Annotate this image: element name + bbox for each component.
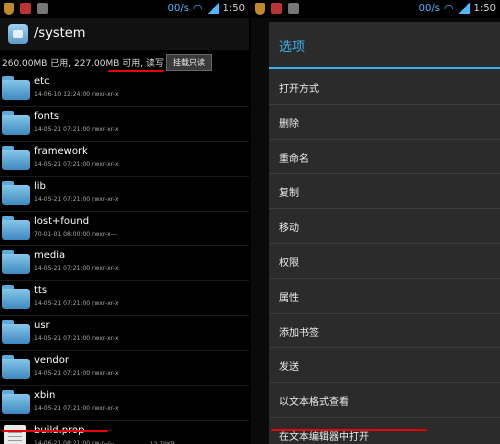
file-row[interactable]: usr 14-05-21 07:21:00 rwxr-xr-x [0,316,249,352]
shield-icon [4,3,14,15]
mount-read-only-button[interactable]: 挂载只读 [166,54,212,71]
file-row[interactable]: framework 14-05-21 07:21:00 rwxr-xr-x [0,142,249,177]
menu-item-label: 发送 [279,362,299,374]
file-meta: 14-05-21 07:21:00 rwxr-xr-x [34,335,119,343]
menu-item[interactable]: 移动 [269,208,500,243]
file-manager-app-icon[interactable] [8,24,28,44]
options-menu: 打开方式 删除 重命名 复制 移动 权限 属性 添加书签 发送 以文本格式查看 在文本编辑器中打开 [269,70,500,444]
menu-item[interactable]: 以文本格式查看 [269,382,500,417]
folder-icon [2,355,30,380]
shield-icon [255,3,265,15]
app-notification-icon [288,3,299,14]
options-dialog: 选项 打开方式 删除 重命名 复制 移动 权限 属性 添加书签 发送 以文本格式查看 在文本编辑器中… [269,22,500,444]
menu-item-label: 添加书签 [279,327,319,339]
current-path: /system [34,26,86,41]
menu-item-label: 属性 [279,292,299,304]
menu-item-label: 以文本格式查看 [279,397,349,409]
file-row[interactable]: xbin 14-05-21 07:21:00 rwxr-xr-x [0,386,249,421]
network-speed: 00/s [167,3,189,14]
menu-item[interactable]: 删除 [269,103,500,139]
signal-icon [206,3,219,14]
file-meta: 14-05-21 07:21:00 rwxr-xr-x [34,370,119,378]
menu-item[interactable]: 权限 [269,242,500,278]
file-name: tts [34,285,48,297]
menu-item[interactable]: 添加书签 [269,312,500,348]
title-bar: /system [0,18,249,50]
annotation-underline [271,429,427,431]
file-name: usr [34,320,50,332]
dialog-title-divider [269,67,500,69]
file-meta: 14-05-21 07:21:00 rwxr-xr-x [34,125,119,133]
menu-item-label: 复制 [279,188,299,200]
network-speed: 00/s [418,3,440,14]
file-meta: 14-05-21 07:21:00 rwxr-xr-x [34,300,119,308]
storage-info-bar: 260.00MB 已用, 227.00MB 可用, 读写 挂载只读 [0,52,249,72]
folder-icon [2,110,30,135]
dialog-title: 选项 [279,40,306,55]
file-meta: 70-01-01 08:00:00 rwxr-x--- [34,230,118,238]
file-meta: 14-05-21 07:21:00 rwxr-xr-x [34,265,119,273]
file-row[interactable]: build.prop14-06-21 08:21:00 rw-r--r--12.… [0,421,249,444]
file-meta: 14-05-21 07:21:00 rwxr-xr-x [34,160,119,168]
signal-icon [457,3,470,14]
file-row[interactable]: lost+found 70-01-01 08:00:00 rwxr-x--- [0,212,249,247]
folder-icon [2,215,30,240]
file-manager-left-screen: 00/s ◠ 1:50 /system 260.00MB 已用, 227.00M… [0,0,249,444]
folder-icon [2,180,30,205]
folder-icon [2,320,30,345]
menu-item[interactable]: 打开方式 [269,70,500,104]
file-meta: 14-05-21 07:21:00 rwxr-xr-x [34,195,119,203]
menu-item[interactable]: 重命名 [269,138,500,174]
file-options-screen: 00/s ◠ 1:50 选项 打开方式删除重命名复制移动权限属性添加书签发送以文… [251,0,500,444]
file-name: lost+found [34,215,90,227]
file-row[interactable]: tts 14-05-21 07:21:00 rwxr-xr-x [0,281,249,317]
clock: 1:50 [222,3,245,14]
menu-item[interactable]: 发送 [269,347,500,382]
file-list: etc 14-06-10 12:24:00 rwxr-xr-x fonts 14-05… [0,72,249,444]
status-bar: 00/s ◠ 1:50 [0,0,249,18]
wifi-icon: ◠ [192,2,203,15]
file-meta: 14-06-21 08:21:00 rw-r--r-- [34,439,115,444]
menu-item-label: 移动 [279,223,299,235]
file-meta: 14-06-10 12:24:00 rwxr-xr-x [34,91,119,98]
clock: 1:50 [473,3,496,14]
menu-item[interactable]: 复制 [269,173,500,208]
file-row[interactable]: lib 14-05-21 07:21:00 rwxr-xr-x [0,177,249,212]
status-bar: 00/s ◠ 1:50 [251,0,500,18]
file-name: media [34,250,66,262]
file-meta: 14-05-21 07:21:00 rwxr-xr-x [34,405,119,413]
file-name: framework [34,145,88,157]
storage-info-text: 260.00MB 已用, 227.00MB 可用, 读写 [2,59,165,69]
folder-icon [2,145,30,170]
file-name: fonts [34,110,60,122]
folder-icon [2,285,30,310]
file-row[interactable]: media 14-05-21 07:21:00 rwxr-xr-x [0,246,249,282]
notification-icon [20,3,31,14]
menu-item-label: 打开方式 [279,84,319,95]
text-file-icon [4,424,26,444]
menu-item-label: 重命名 [279,153,309,165]
notification-icon [271,3,282,14]
app-notification-icon [37,3,48,14]
file-name: etc [34,76,50,87]
folder-icon [2,250,30,275]
menu-item[interactable]: 属性 [269,277,500,313]
folder-icon [2,390,30,415]
file-row[interactable]: fonts 14-05-21 07:21:00 rwxr-xr-x [0,107,249,142]
annotation-underline [2,430,108,432]
file-name: xbin [34,390,56,402]
file-name: lib [34,180,46,192]
folder-icon [2,76,30,100]
menu-item-label: 删除 [279,118,299,130]
wifi-icon: ◠ [443,2,454,15]
file-row[interactable]: vendor 14-05-21 07:21:00 rwxr-xr-x [0,351,249,387]
file-row[interactable]: etc 14-06-10 12:24:00 rwxr-xr-x [0,72,249,107]
file-name: vendor [34,355,69,367]
menu-item-label: 权限 [279,257,299,269]
